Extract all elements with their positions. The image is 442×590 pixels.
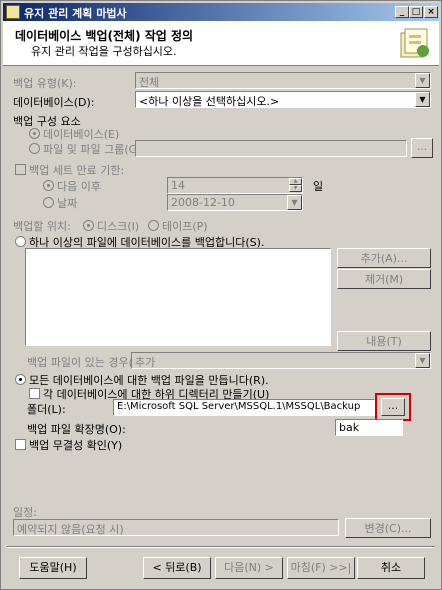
per-db-file-radio[interactable]	[15, 374, 26, 385]
verify-label: 백업 무결성 확인(Y)	[29, 439, 123, 452]
remove-file-button[interactable]: 제거(M)	[337, 269, 431, 289]
expiry-checkbox[interactable]	[15, 164, 26, 175]
backup-type-value: 전체	[139, 76, 160, 89]
close-button[interactable]: ×	[424, 6, 438, 18]
extension-label: 백업 파일 확장명(O):	[27, 423, 126, 436]
filegroup-radio[interactable]	[29, 143, 40, 154]
if-exists-value: 추가	[135, 356, 156, 369]
window-title: 유지 관리 계획 마법사	[24, 7, 127, 20]
finish-button[interactable]: 마침(F) >>|	[287, 557, 355, 579]
app-icon	[6, 5, 20, 19]
databases-value: <하나 이상을 선택하십시오.>	[139, 95, 280, 108]
wizard-icon	[400, 28, 429, 58]
folder-path: E:\Microsoft SQL Server\MSSQL.1\MSSQL\Ba…	[117, 401, 361, 412]
if-exists-select[interactable]: 추가 ▼	[131, 352, 431, 369]
multi-file-radio[interactable]	[15, 236, 26, 247]
databases-label: 데이터베이스(D):	[13, 96, 95, 109]
folder-input[interactable]: E:\Microsoft SQL Server\MSSQL.1\MSSQL\Ba…	[113, 399, 375, 416]
expire-days-value: 14	[171, 179, 185, 192]
schedule-value: 예약되지 않음(요청 시)	[17, 523, 124, 536]
expire-on-label: 날짜	[57, 197, 78, 210]
wizard-header: 데이터베이스 백업(전체) 작업 정의 유지 관리 작업을 구성하십시오.	[3, 21, 439, 66]
cancel-button[interactable]: 취소	[357, 557, 425, 579]
schedule-field: 예약되지 않음(요청 시)	[13, 519, 339, 536]
backup-type-select[interactable]: 전체 ▼	[135, 72, 431, 89]
page-subtitle: 유지 관리 작업을 구성하십시오.	[31, 45, 177, 58]
tape-radio[interactable]	[148, 220, 159, 231]
chevron-down-icon: ▼	[287, 195, 302, 210]
expire-on-radio[interactable]	[43, 197, 54, 208]
chevron-down-icon: ▼	[415, 73, 430, 88]
footer-divider	[7, 546, 435, 548]
expire-after-label: 다음 이후	[57, 180, 101, 193]
next-button[interactable]: 다음(N) >	[215, 557, 283, 579]
backup-file-list[interactable]	[25, 248, 331, 346]
days-unit-label: 일	[313, 180, 324, 193]
database-radio[interactable]	[29, 128, 40, 139]
expiry-label: 백업 세트 만료 기한:	[29, 164, 125, 177]
chevron-down-icon: ▼	[415, 353, 430, 368]
extension-value: bak	[339, 421, 360, 434]
expire-date-picker[interactable]: 2008-12-10 ▼	[167, 194, 303, 211]
wizard-window: 유지 관리 계획 마법사 _ □ × 데이터베이스 백업(전체) 작업 정의 유…	[0, 0, 442, 590]
browse-highlight-box	[375, 393, 411, 421]
backup-type-label: 백업 유형(K):	[13, 77, 77, 90]
verify-checkbox[interactable]	[15, 439, 26, 450]
expire-date-value: 2008-12-10	[171, 196, 235, 209]
filegroup-field[interactable]	[135, 140, 407, 157]
back-button[interactable]: < 뒤로(B)	[143, 557, 211, 579]
subdir-checkbox[interactable]	[29, 388, 40, 399]
disk-radio[interactable]	[83, 220, 94, 231]
days-spinner[interactable]: ▲ ▼	[289, 178, 302, 193]
title-bar: 유지 관리 계획 마법사 _ □ ×	[3, 3, 439, 21]
chevron-down-icon: ▼	[415, 92, 430, 107]
add-file-button[interactable]: 추가(A)...	[337, 248, 431, 268]
expire-days-input[interactable]: 14 ▲ ▼	[167, 177, 303, 194]
filegroup-radio-label: 파일 및 파일 그룹(G):	[43, 143, 146, 156]
filegroup-browse-button[interactable]: ...	[411, 138, 433, 158]
folder-label: 폴더(L):	[27, 403, 66, 416]
change-schedule-button[interactable]: 변경(C)...	[345, 518, 431, 538]
database-radio-label: 데이터베이스(E)	[43, 128, 120, 141]
schedule-label: 일정:	[13, 506, 37, 519]
databases-select[interactable]: <하나 이상을 선택하십시오.> ▼	[135, 91, 431, 108]
disk-radio-label: 디스크(I)	[97, 220, 140, 233]
minimize-button[interactable]: _	[395, 6, 409, 18]
maximize-button[interactable]: □	[409, 6, 423, 18]
help-button[interactable]: 도움말(H)	[19, 557, 87, 579]
tape-radio-label: 테이프(P)	[162, 220, 208, 233]
contents-button[interactable]: 내용(T)	[337, 331, 431, 351]
destination-label: 백업할 위치:	[13, 220, 71, 233]
expire-after-radio[interactable]	[43, 180, 54, 191]
extension-input[interactable]: bak	[335, 419, 403, 436]
page-title: 데이터베이스 백업(전체) 작업 정의	[15, 29, 194, 43]
